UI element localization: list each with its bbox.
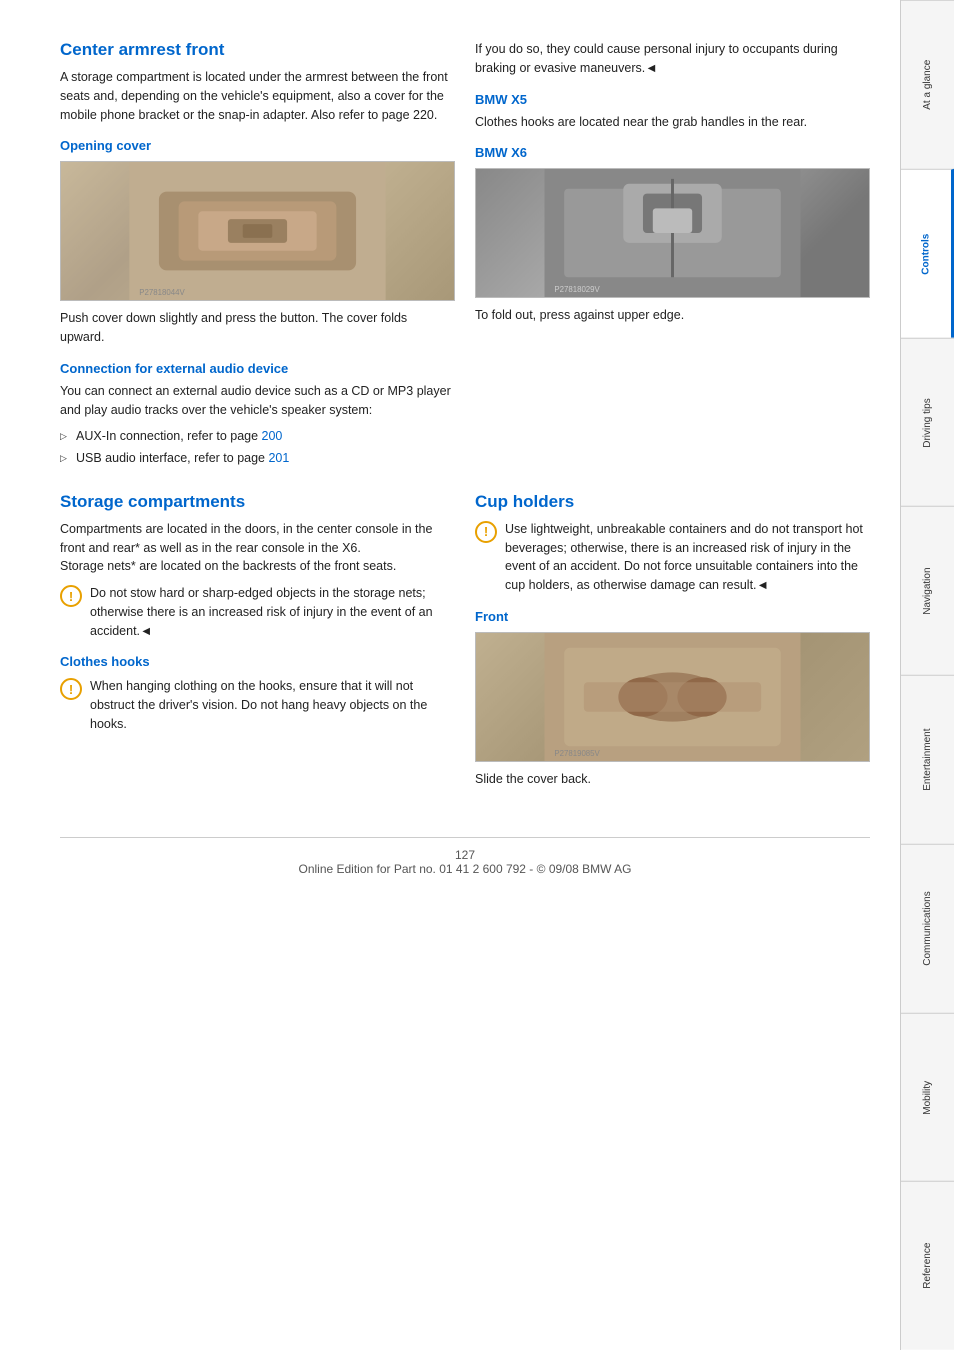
sidebar-tab-at-a-glance[interactable]: At a glance — [901, 0, 954, 169]
bmwx6-subtitle: BMW X6 — [475, 145, 870, 160]
center-armrest-section: Center armrest front A storage compartme… — [60, 40, 870, 474]
col-right-armrest: If you do so, they could cause personal … — [475, 40, 870, 474]
warning-icon-hooks: ! — [60, 678, 82, 700]
clothes-hooks-warning-right: If you do so, they could cause personal … — [475, 40, 870, 78]
storage-warning-text: Do not stow hard or sharp-edged objects … — [90, 584, 455, 640]
cupholder-warning-box: ! Use lightweight, unbreakable container… — [475, 520, 870, 595]
cup-holders-title: Cup holders — [475, 492, 870, 512]
bmwx6-image: P27818029V — [475, 168, 870, 298]
col-left-armrest: Center armrest front A storage compartme… — [60, 40, 455, 474]
storage-title: Storage compartments — [60, 492, 455, 512]
storage-intro: Compartments are located in the doors, i… — [60, 520, 455, 576]
sidebar-tab-communications[interactable]: Communications — [901, 844, 954, 1013]
clothes-hooks-warning-text: When hanging clothing on the hooks, ensu… — [90, 677, 455, 733]
center-armrest-intro: A storage compartment is located under t… — [60, 68, 455, 124]
storage-col-left: Storage compartments Compartments are lo… — [60, 492, 455, 797]
sidebar-tab-driving-tips[interactable]: Driving tips — [901, 338, 954, 507]
connection-audio-subtitle: Connection for external audio device — [60, 361, 455, 376]
svg-text:P27818029V: P27818029V — [554, 285, 600, 294]
bmwx5-subtitle: BMW X5 — [475, 92, 870, 107]
clothes-hooks-subtitle: Clothes hooks — [60, 654, 455, 669]
link-200[interactable]: 200 — [262, 429, 283, 443]
cup-holders-section: Cup holders ! Use lightweight, unbreakab… — [475, 492, 870, 797]
main-content: Center armrest front A storage compartme… — [0, 0, 900, 1350]
audio-bullets: AUX-In connection, refer to page 200 USB… — [60, 427, 455, 468]
sidebar-tab-entertainment[interactable]: Entertainment — [901, 675, 954, 844]
warning-icon-storage: ! — [60, 585, 82, 607]
sidebar-tab-reference[interactable]: Reference — [901, 1181, 954, 1350]
storage-warning-box: ! Do not stow hard or sharp-edged object… — [60, 584, 455, 640]
clothes-hooks-warning-box: ! When hanging clothing on the hooks, en… — [60, 677, 455, 733]
svg-text:P27819085V: P27819085V — [554, 749, 600, 758]
bmwx6-caption: To fold out, press against upper edge. — [475, 306, 870, 325]
armrest-caption: Push cover down slightly and press the b… — [60, 309, 455, 347]
storage-compartments-section: Storage compartments Compartments are lo… — [60, 492, 870, 797]
bullet-usb: USB audio interface, refer to page 201 — [60, 449, 455, 468]
cupholder-caption: Slide the cover back. — [475, 770, 870, 789]
opening-cover-subtitle: Opening cover — [60, 138, 455, 153]
warning-icon-cupholder: ! — [475, 521, 497, 543]
page-footer: 127 Online Edition for Part no. 01 41 2 … — [60, 837, 870, 876]
page-number: 127 — [455, 848, 475, 862]
footer-text: Online Edition for Part no. 01 41 2 600 … — [298, 862, 631, 876]
sidebar: At a glance Controls Driving tips Naviga… — [900, 0, 954, 1350]
bmwx5-text: Clothes hooks are located near the grab … — [475, 113, 870, 132]
link-201[interactable]: 201 — [268, 451, 289, 465]
sidebar-tab-mobility[interactable]: Mobility — [901, 1013, 954, 1182]
cupholder-image: P27819085V — [475, 632, 870, 762]
cupholder-warning-text: Use lightweight, unbreakable containers … — [505, 520, 870, 595]
center-armrest-title: Center armrest front — [60, 40, 455, 60]
bullet-aux: AUX-In connection, refer to page 200 — [60, 427, 455, 446]
armrest-image: P27818044V — [60, 161, 455, 301]
connection-audio-intro: You can connect an external audio device… — [60, 382, 455, 420]
cup-front-subtitle: Front — [475, 609, 870, 624]
svg-text:P27818044V: P27818044V — [139, 288, 185, 297]
sidebar-tab-navigation[interactable]: Navigation — [901, 506, 954, 675]
sidebar-tab-controls[interactable]: Controls — [901, 169, 954, 338]
